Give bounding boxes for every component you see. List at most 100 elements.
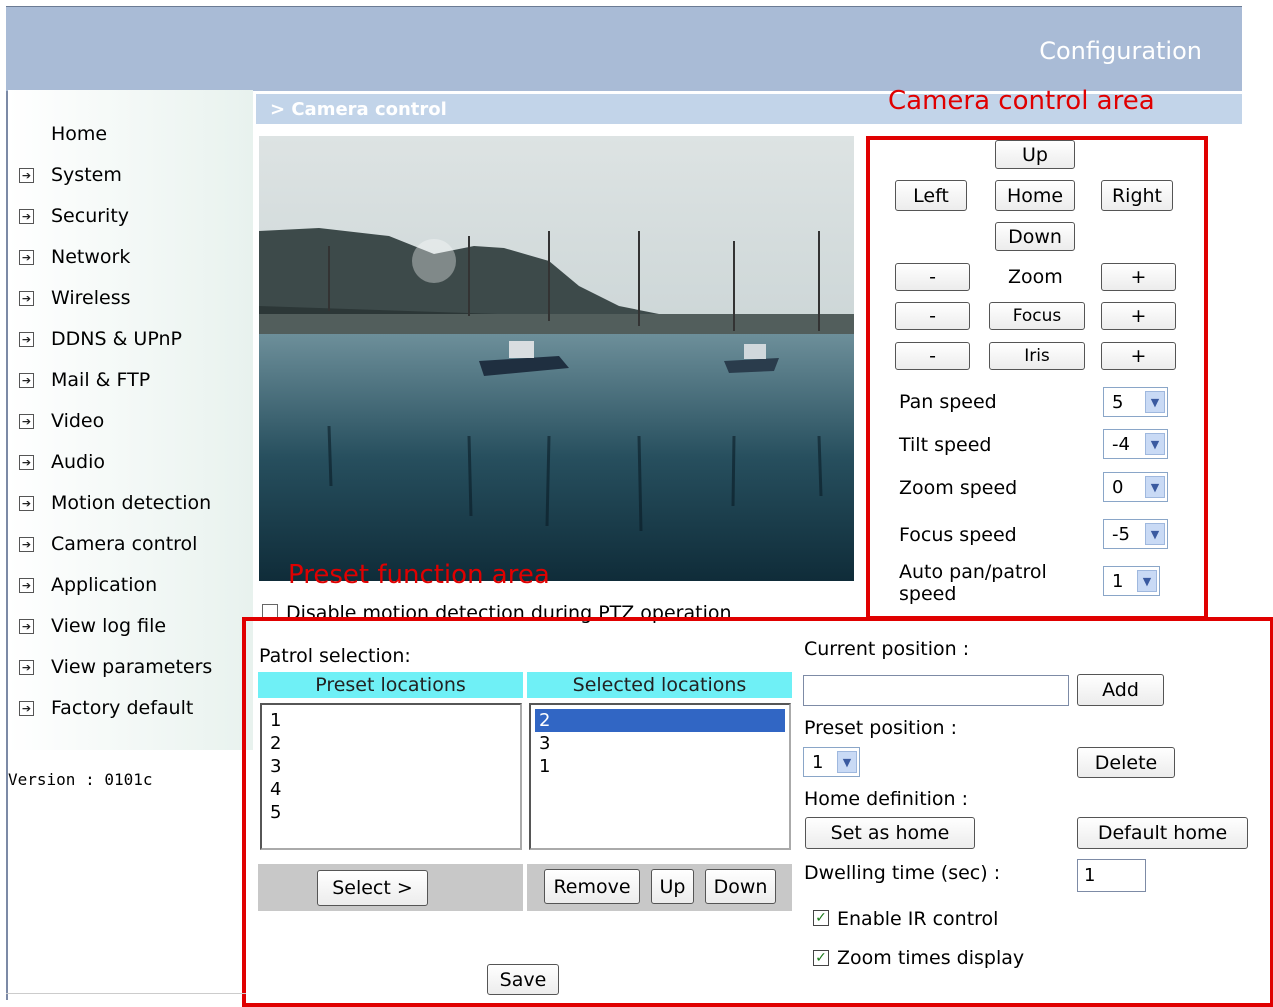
arrow-right-icon: ➔ bbox=[19, 167, 34, 183]
chevron-down-icon: ▼ bbox=[837, 751, 857, 773]
sidebar-item-wireless[interactable]: ➔ Wireless bbox=[8, 278, 248, 318]
focus-auto-button[interactable]: Focus bbox=[989, 302, 1085, 330]
sidebar-item-view-parameters[interactable]: ➔ View parameters bbox=[8, 647, 248, 687]
chevron-down-icon: ▼ bbox=[1145, 391, 1165, 413]
enable-ir-checkbox[interactable]: ✓ bbox=[813, 910, 829, 926]
arrow-right-icon: ➔ bbox=[19, 618, 34, 634]
zoom-speed-label: Zoom speed bbox=[899, 477, 1018, 499]
remove-location-button[interactable]: Remove bbox=[544, 869, 640, 904]
firmware-version: Version : 0101c bbox=[8, 770, 153, 789]
sidebar-item-security[interactable]: ➔ Security bbox=[8, 196, 248, 236]
sidebar-item-system[interactable]: ➔ System bbox=[8, 155, 248, 195]
home-definition-label: Home definition : bbox=[804, 788, 969, 810]
sidebar-item-label: View parameters bbox=[51, 656, 213, 678]
focus-near-button[interactable]: - bbox=[895, 302, 970, 330]
sidebar-item-label: View log file bbox=[51, 615, 167, 637]
sidebar-item-label: Camera control bbox=[51, 533, 198, 555]
top-banner: Configuration bbox=[6, 6, 1242, 91]
checkmark-icon: ✓ bbox=[815, 950, 827, 966]
zoom-in-button[interactable]: + bbox=[1101, 263, 1176, 291]
iris-auto-button[interactable]: Iris bbox=[989, 342, 1085, 370]
sidebar-item-mail-ftp[interactable]: ➔ Mail & FTP bbox=[8, 360, 248, 400]
arrow-right-icon: ➔ bbox=[19, 495, 34, 511]
divider bbox=[6, 993, 246, 994]
tilt-down-button[interactable]: Down bbox=[995, 222, 1075, 251]
list-item[interactable]: 1 bbox=[266, 709, 516, 732]
arrow-right-icon: ➔ bbox=[19, 372, 34, 388]
list-item[interactable]: 2 bbox=[535, 709, 785, 732]
camera-control-area-annotation: Camera control area bbox=[888, 86, 1155, 116]
arrow-right-icon: ➔ bbox=[19, 208, 34, 224]
sidebar-item-label: Factory default bbox=[51, 697, 194, 719]
current-position-input[interactable] bbox=[803, 675, 1069, 706]
chevron-down-icon: ▼ bbox=[1145, 523, 1165, 545]
sidebar-item-camera-control[interactable]: ➔ Camera control bbox=[8, 524, 248, 564]
save-button[interactable]: Save bbox=[487, 964, 559, 995]
sidebar-item-label: System bbox=[51, 164, 122, 186]
add-preset-button[interactable]: Add bbox=[1077, 674, 1164, 706]
sidebar-item-application[interactable]: ➔ Application bbox=[8, 565, 248, 605]
zoom-out-button[interactable]: - bbox=[895, 263, 970, 291]
preset-function-area-annotation: Preset function area bbox=[288, 560, 550, 590]
preset-locations-list[interactable]: 12345 bbox=[260, 703, 522, 850]
sidebar-item-network[interactable]: ➔ Network bbox=[8, 237, 248, 277]
arrow-right-icon: ➔ bbox=[19, 413, 34, 429]
pan-home-button[interactable]: Home bbox=[995, 180, 1075, 211]
arrow-right-icon: ➔ bbox=[19, 659, 34, 675]
auto-pan-speed-select[interactable]: 1 ▼ bbox=[1103, 566, 1160, 596]
move-up-button[interactable]: Up bbox=[651, 869, 694, 904]
arrow-right-icon: ➔ bbox=[19, 536, 34, 552]
move-down-button[interactable]: Down bbox=[705, 869, 776, 904]
preset-position-select[interactable]: 1 ▼ bbox=[803, 747, 860, 777]
sidebar-item-audio[interactable]: ➔ Audio bbox=[8, 442, 248, 482]
sidebar-item-view-log-file[interactable]: ➔ View log file bbox=[8, 606, 248, 646]
dwelling-time-input[interactable]: 1 bbox=[1077, 859, 1146, 892]
current-position-label: Current position : bbox=[804, 638, 970, 660]
list-item[interactable]: 3 bbox=[266, 755, 516, 778]
list-item[interactable]: 5 bbox=[266, 801, 516, 824]
selected-locations-list[interactable]: 231 bbox=[529, 703, 791, 850]
tilt-speed-label: Tilt speed bbox=[899, 434, 992, 456]
list-item[interactable]: 4 bbox=[266, 778, 516, 801]
zoom-times-checkbox[interactable]: ✓ bbox=[813, 950, 829, 966]
arrow-right-icon: ➔ bbox=[19, 249, 34, 265]
sidebar-item-motion-detection[interactable]: ➔ Motion detection bbox=[8, 483, 248, 523]
dwelling-time-label: Dwelling time (sec) : bbox=[804, 862, 1001, 884]
arrow-right-icon: ➔ bbox=[19, 331, 34, 347]
pan-right-button[interactable]: Right bbox=[1101, 180, 1173, 211]
list-item[interactable]: 1 bbox=[535, 755, 785, 778]
enable-ir-label: Enable IR control bbox=[837, 908, 999, 930]
tilt-speed-select[interactable]: -4 ▼ bbox=[1103, 429, 1168, 459]
focus-speed-select[interactable]: -5 ▼ bbox=[1103, 519, 1168, 549]
list-item[interactable]: 3 bbox=[535, 732, 785, 755]
selected-locations-header: Selected locations bbox=[527, 672, 792, 698]
sidebar-item-video[interactable]: ➔ Video bbox=[8, 401, 248, 441]
chevron-down-icon: ▼ bbox=[1145, 476, 1165, 498]
pan-up-button[interactable]: Up bbox=[995, 140, 1075, 169]
pan-left-button[interactable]: Left bbox=[895, 180, 967, 211]
iris-open-button[interactable]: + bbox=[1101, 342, 1176, 370]
set-as-home-button[interactable]: Set as home bbox=[805, 817, 975, 849]
auto-pan-speed-label: Auto pan/patrol speed bbox=[899, 561, 1047, 605]
zoom-speed-select[interactable]: 0 ▼ bbox=[1103, 472, 1168, 502]
sidebar-item-label: Mail & FTP bbox=[51, 369, 151, 391]
sidebar-item-label: DDNS & UPnP bbox=[51, 328, 182, 350]
sidebar-item-ddns-upnp[interactable]: ➔ DDNS & UPnP bbox=[8, 319, 248, 359]
delete-preset-button[interactable]: Delete bbox=[1077, 747, 1175, 778]
select-location-button[interactable]: Select > bbox=[317, 870, 428, 906]
patrol-selection-label: Patrol selection: bbox=[259, 645, 411, 667]
sidebar-item-factory-default[interactable]: ➔ Factory default bbox=[8, 688, 248, 728]
preset-locations-header: Preset locations bbox=[258, 672, 523, 698]
list-item[interactable]: 2 bbox=[266, 732, 516, 755]
default-home-button[interactable]: Default home bbox=[1077, 817, 1248, 849]
sidebar-item-home[interactable]: Home bbox=[8, 114, 248, 154]
iris-close-button[interactable]: - bbox=[895, 342, 970, 370]
pan-speed-label: Pan speed bbox=[899, 391, 997, 413]
sidebar-item-label: Security bbox=[51, 205, 130, 227]
focus-far-button[interactable]: + bbox=[1101, 302, 1176, 330]
camera-live-view bbox=[259, 136, 854, 581]
pan-speed-select[interactable]: 5 ▼ bbox=[1103, 387, 1168, 417]
arrow-right-icon: ➔ bbox=[19, 577, 34, 593]
arrow-right-icon: ➔ bbox=[19, 454, 34, 470]
chevron-down-icon: ▼ bbox=[1145, 433, 1165, 455]
